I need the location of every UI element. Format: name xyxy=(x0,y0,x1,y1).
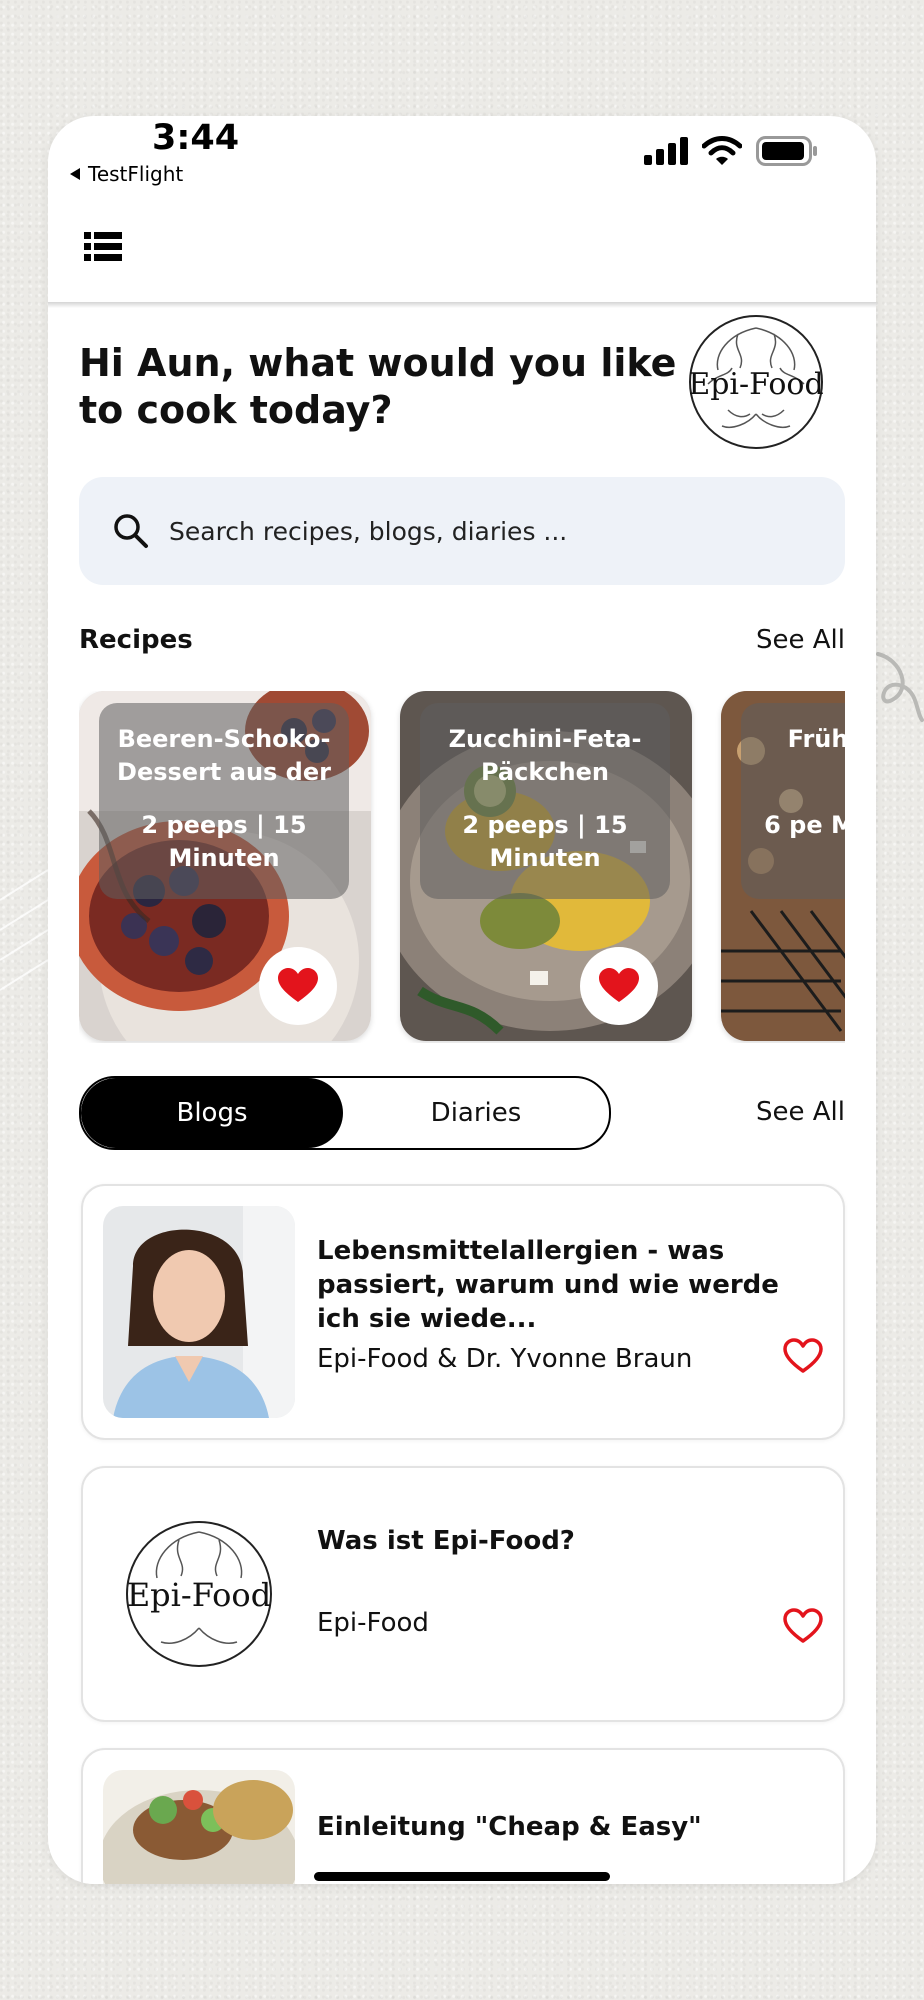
blog-author: Epi-Food & Dr. Yvonne Braun xyxy=(317,1344,693,1374)
background-lines-decoration xyxy=(0,869,48,991)
blog-title: Einleitung "Cheap & Easy" xyxy=(317,1812,702,1842)
recipe-card[interactable]: Beeren-Schoko-Dessert aus der ... 2 peep… xyxy=(79,691,371,1041)
recipe-favorite-button[interactable] xyxy=(580,947,658,1025)
tab-blogs[interactable]: Blogs xyxy=(81,1078,343,1148)
heart-outline-icon[interactable] xyxy=(783,1338,823,1374)
back-label: TestFlight xyxy=(88,162,184,186)
blogs-see-all-link[interactable]: See All xyxy=(756,1097,845,1127)
recipe-card[interactable]: Frühstü mit 6 pe Minute Ba xyxy=(721,691,845,1041)
background-swirl-decoration xyxy=(876,652,924,722)
wifi-icon xyxy=(702,136,742,165)
heart-outline-icon[interactable] xyxy=(783,1608,823,1644)
recipe-info-overlay: Beeren-Schoko-Dessert aus der ... 2 peep… xyxy=(99,703,349,899)
recipes-section-title: Recipes xyxy=(79,625,193,655)
greeting-heading: Hi Aun, what would you like to cook toda… xyxy=(79,341,677,432)
recipe-title: Beeren-Schoko-Dessert aus der ... xyxy=(117,725,331,786)
svg-text:Epi-Food: Epi-Food xyxy=(127,1576,271,1614)
header-separator xyxy=(48,302,876,308)
epi-food-logo: Epi-Food xyxy=(688,315,824,449)
recipes-see-all-link[interactable]: See All xyxy=(756,625,845,655)
recipe-info-overlay: Frühstü mit 6 pe Minute Ba xyxy=(741,703,845,899)
blog-card[interactable]: Einleitung "Cheap & Easy" xyxy=(81,1748,845,1884)
recipe-meta: 2 peeps | 15 Minuten xyxy=(462,811,628,872)
cellular-signal-icon xyxy=(644,137,688,165)
svg-text:Epi-Food: Epi-Food xyxy=(688,367,823,402)
tab-diaries[interactable]: Diaries xyxy=(343,1078,609,1148)
back-arrow-icon xyxy=(70,168,80,180)
heart-filled-icon xyxy=(278,968,318,1002)
cheap-easy-food-thumbnail xyxy=(103,1770,295,1884)
heart-filled-icon xyxy=(599,968,639,1002)
recipe-meta: 2 peeps | 15 Minuten xyxy=(141,811,307,872)
status-time: 3:44 xyxy=(152,118,240,158)
recipe-title: Zucchini-Feta-Päckchen xyxy=(448,725,642,786)
phone-screen: 3:44 TestFlight Hi Aun, what would you l… xyxy=(48,116,876,1884)
search-bar[interactable] xyxy=(79,477,845,585)
menu-list-icon[interactable] xyxy=(84,232,122,266)
blog-author: Epi-Food xyxy=(317,1608,429,1638)
recipe-favorite-button[interactable] xyxy=(259,947,337,1025)
blog-card[interactable]: Lebensmittelallergien - was passiert, wa… xyxy=(81,1184,845,1440)
recipe-info-overlay: Zucchini-Feta-Päckchen 2 peeps | 15 Minu… xyxy=(420,703,670,899)
search-input[interactable] xyxy=(167,515,791,547)
blog-title: Was ist Epi-Food? xyxy=(317,1526,575,1556)
author-photo-thumbnail xyxy=(103,1206,295,1418)
home-indicator[interactable] xyxy=(314,1872,610,1881)
recipe-title: Frühstü mit xyxy=(787,725,845,753)
battery-icon xyxy=(756,136,817,166)
blog-title: Lebensmittelallergien - was passiert, wa… xyxy=(317,1236,779,1334)
blog-card[interactable]: Epi-Food Was ist Epi-Food? Epi-Food xyxy=(81,1466,845,1722)
recipe-card[interactable]: Zucchini-Feta-Päckchen 2 peeps | 15 Minu… xyxy=(400,691,692,1041)
search-icon xyxy=(114,514,148,548)
blogs-diaries-toggle[interactable]: Blogs Diaries xyxy=(79,1076,611,1150)
back-to-testflight[interactable]: TestFlight xyxy=(70,162,183,186)
epi-food-logo-thumbnail: Epi-Food xyxy=(103,1488,295,1700)
status-icons xyxy=(644,136,818,166)
recipes-carousel[interactable]: Beeren-Schoko-Dessert aus der ... 2 peep… xyxy=(79,691,845,1043)
recipe-meta: 6 pe Minute Ba xyxy=(764,811,845,839)
